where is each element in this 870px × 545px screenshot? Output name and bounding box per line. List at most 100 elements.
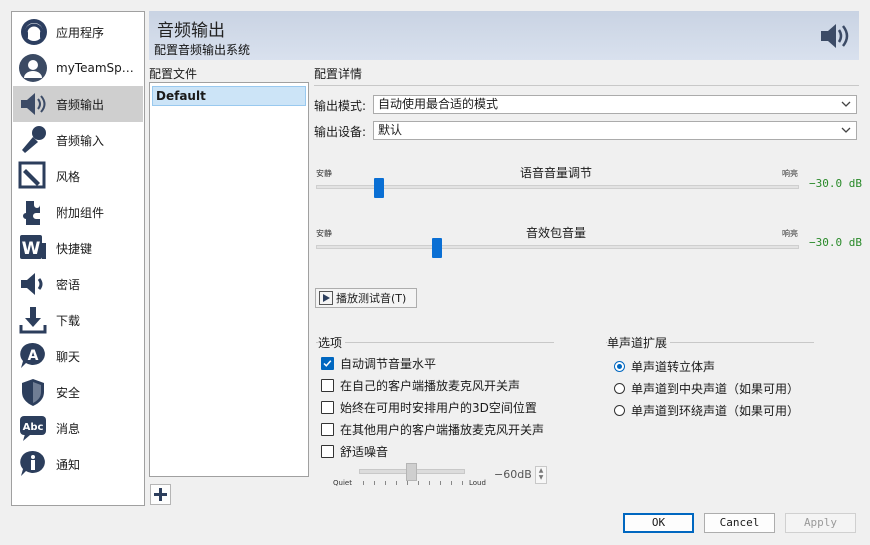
option-label: 在自己的客户端播放麦克风开关声	[340, 379, 521, 393]
sidebar-item-label: 下载	[56, 313, 81, 328]
message-abc-icon: Abc	[18, 413, 48, 443]
option-label: 舒适噪音	[340, 445, 389, 459]
voice-volume-min-label: 安静	[316, 169, 332, 178]
chevron-down-icon	[841, 127, 851, 133]
comfort-noise-spinner[interactable]: ▲ ▼	[535, 466, 547, 484]
sidebar-item-myteamspeak[interactable]: myTeamSpeak	[13, 50, 143, 86]
checkbox[interactable]	[321, 379, 334, 392]
sidebar-item-addons[interactable]: 附加组件	[13, 194, 143, 230]
sidebar-item-style[interactable]: 风格	[13, 158, 143, 194]
mono-to-center-option[interactable]: 单声道到中央声道（如果可用）	[614, 380, 799, 397]
sidebar-item-notifications[interactable]: 通知	[13, 446, 143, 482]
option-label: 单声道到中央声道（如果可用）	[631, 382, 800, 396]
whisper-speaker-icon	[18, 269, 48, 299]
sound-volume-db: −30.0 dB	[809, 236, 862, 249]
pen-icon	[18, 161, 48, 191]
checkbox[interactable]	[321, 445, 334, 458]
apply-button[interactable]: Apply	[785, 513, 856, 533]
profiles-list[interactable]: Default	[149, 82, 309, 477]
svg-text:Abc: Abc	[23, 422, 44, 433]
ok-button[interactable]: OK	[623, 513, 694, 533]
output-device-select[interactable]: 默认	[373, 121, 857, 140]
slider-tick	[429, 481, 430, 485]
sidebar-item-downloads[interactable]: 下载	[13, 302, 143, 338]
checkbox-checked[interactable]	[321, 357, 334, 370]
sidebar-item-label: 应用程序	[56, 25, 105, 40]
sidebar-item-audio-output[interactable]: 音频输出	[13, 86, 143, 122]
sound-volume-title: 音效包音量	[526, 226, 587, 240]
option-auto-volume[interactable]: 自动调节音量水平	[321, 355, 436, 372]
shield-icon	[18, 377, 48, 407]
slider-tick	[462, 481, 463, 485]
sidebar-item-label: 消息	[56, 421, 81, 436]
slider-tick	[374, 481, 375, 485]
svg-text:A: A	[28, 348, 39, 364]
radio[interactable]	[614, 405, 625, 416]
sound-volume-max-label: 响亮	[782, 229, 798, 238]
voice-volume-slider[interactable]	[316, 185, 799, 189]
settings-sidebar: 应用程序 myTeamSpeak 音频输出 音频输入 风格 附加组件 W 快捷键…	[11, 11, 145, 506]
voice-volume-db: −30.0 dB	[809, 177, 862, 190]
app-icon	[18, 17, 48, 47]
output-mode-select[interactable]: 自动使用最合适的模式	[373, 95, 857, 114]
page-subtitle: 配置音频输出系统	[154, 43, 251, 57]
sidebar-item-audio-input[interactable]: 音频输入	[13, 122, 143, 158]
sound-volume-min-label: 安静	[316, 229, 332, 238]
radio[interactable]	[614, 383, 625, 394]
sidebar-item-chat[interactable]: A 聊天	[13, 338, 143, 374]
sound-volume-slider-thumb[interactable]	[431, 238, 442, 258]
option-others-mic-click[interactable]: 在其他用户的客户端播放麦克风开关声	[321, 421, 544, 438]
voice-volume-slider-thumb[interactable]	[373, 178, 384, 198]
chat-icon: A	[18, 341, 48, 371]
sidebar-item-label: 快捷键	[56, 241, 93, 256]
profile-item-default[interactable]: Default	[152, 86, 306, 106]
option-3d-position[interactable]: 始终在可用时安排用户的3D空间位置	[321, 399, 537, 416]
sidebar-item-applications[interactable]: 应用程序	[13, 14, 143, 50]
slider-tick	[440, 481, 441, 485]
voice-volume-max-label: 响亮	[782, 169, 798, 178]
speaker-icon	[819, 21, 851, 54]
sidebar-item-label: 安全	[56, 385, 81, 400]
option-comfort-noise[interactable]: 舒适噪音	[321, 443, 388, 460]
sidebar-item-hotkeys[interactable]: W 快捷键	[13, 230, 143, 266]
checkbox[interactable]	[321, 401, 334, 414]
page-header-banner: 音频输出 配置音频输出系统	[149, 11, 859, 60]
sidebar-item-whisper[interactable]: 密语	[13, 266, 143, 302]
play-icon	[319, 291, 333, 305]
option-label: 单声道到环绕声道（如果可用）	[631, 404, 800, 418]
comfort-quiet-label: Quiet	[333, 479, 352, 487]
sidebar-item-label: 风格	[56, 169, 81, 184]
cancel-button[interactable]: Cancel	[704, 513, 775, 533]
sidebar-item-label: 音频输出	[56, 97, 105, 112]
plus-icon	[154, 488, 167, 501]
radio-selected[interactable]	[614, 361, 625, 372]
slider-tick	[407, 481, 408, 485]
add-profile-button[interactable]	[150, 484, 171, 505]
sidebar-item-messages[interactable]: Abc 消息	[13, 410, 143, 446]
mono-group-title: 单声道扩展	[607, 334, 671, 351]
download-icon	[18, 305, 48, 335]
mono-to-surround-option[interactable]: 单声道到环绕声道（如果可用）	[614, 402, 799, 419]
slider-tick	[418, 481, 419, 485]
sidebar-item-security[interactable]: 安全	[13, 374, 143, 410]
svg-text:W: W	[22, 239, 41, 259]
checkbox[interactable]	[321, 423, 334, 436]
comfort-noise-slider-thumb[interactable]	[406, 463, 417, 481]
output-mode-label: 输出模式:	[314, 99, 367, 113]
play-test-sound-button[interactable]: 播放测试音(T)	[315, 288, 417, 308]
sidebar-item-label: myTeamSpeak	[56, 61, 141, 75]
sidebar-item-label: 附加组件	[56, 205, 105, 220]
speaker-icon	[18, 89, 48, 119]
option-label: 单声道转立体声	[631, 360, 716, 374]
slider-tick	[385, 481, 386, 485]
mono-to-stereo-option[interactable]: 单声道转立体声	[614, 358, 715, 375]
slider-tick	[363, 481, 364, 485]
sidebar-item-label: 音频输入	[56, 133, 105, 148]
details-label: 配置详情	[314, 67, 363, 81]
option-own-mic-click[interactable]: 在自己的客户端播放麦克风开关声	[321, 377, 520, 394]
sound-volume-slider[interactable]	[316, 245, 799, 249]
option-label: 始终在可用时安排用户的3D空间位置	[340, 401, 537, 415]
microphone-icon	[18, 125, 48, 155]
info-icon	[18, 449, 48, 479]
options-group-title: 选项	[318, 334, 346, 351]
